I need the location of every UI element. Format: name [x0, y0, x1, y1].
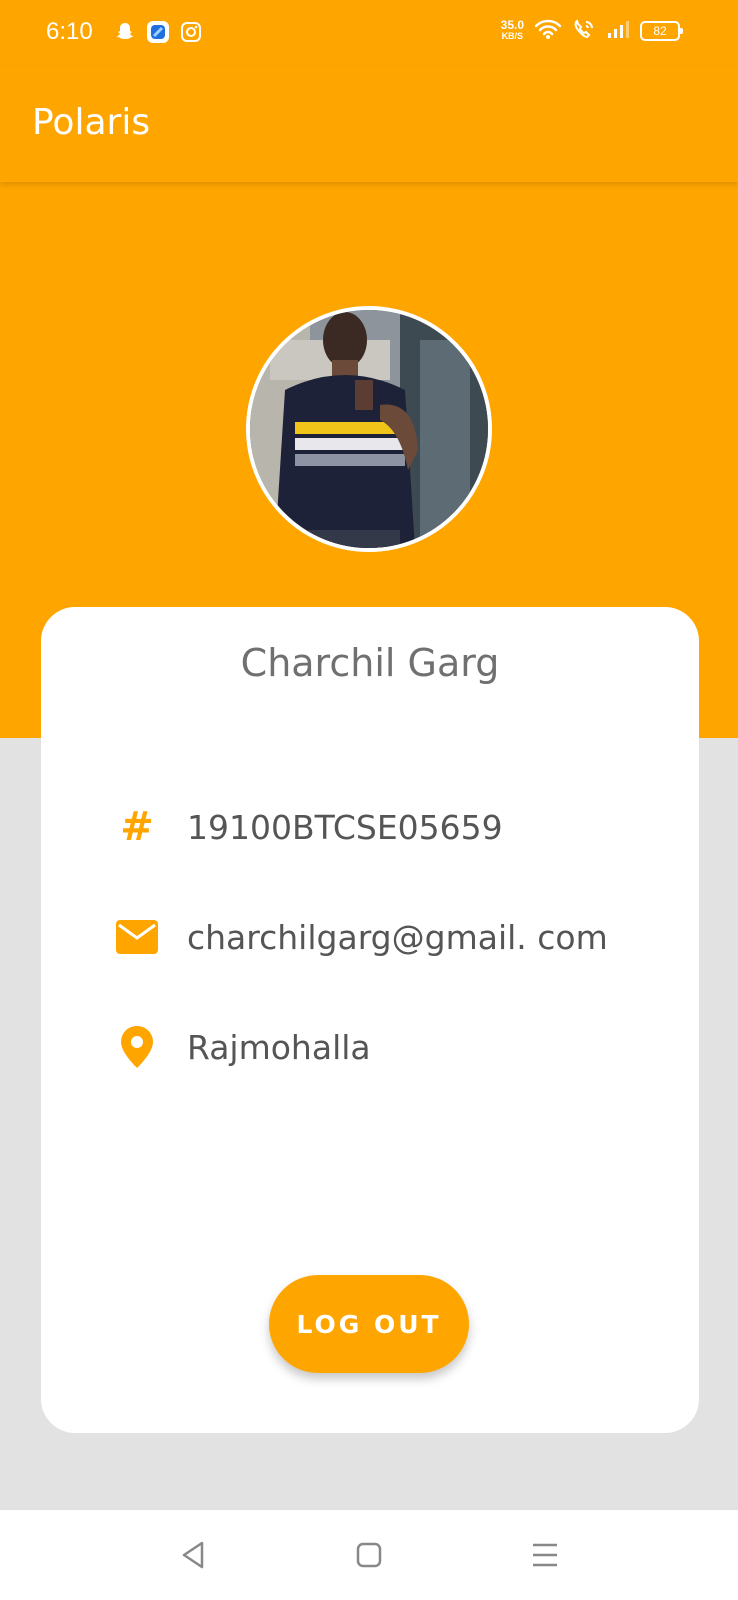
status-system-icons: 35.0 KB/S 82 [500, 18, 683, 44]
student-id: 19100BTCSE05659 [187, 807, 503, 847]
system-nav-bar [0, 1510, 738, 1600]
battery-icon: 82 [640, 21, 683, 41]
instagram-icon [180, 21, 202, 47]
home-icon[interactable] [349, 1535, 389, 1575]
net-speed-value: 35.0 [500, 18, 524, 32]
wifi-icon [534, 18, 562, 44]
profile-name: Charchil Garg [240, 641, 500, 685]
net-speed: 35.0 KB/S [500, 18, 524, 42]
logout-button[interactable]: LOG OUT [269, 1275, 469, 1373]
status-time: 6:10 [46, 18, 93, 45]
location-pin-icon [115, 1025, 159, 1069]
info-row-location: Rajmohalla [115, 1017, 675, 1077]
signal-icon [606, 18, 630, 44]
app-bar: Polaris [0, 66, 738, 182]
back-icon[interactable] [173, 1535, 213, 1575]
status-app-icons [114, 20, 202, 48]
info-row-id: # 19100BTCSE05659 [115, 797, 675, 857]
wifi-call-icon [572, 18, 596, 44]
location: Rajmohalla [187, 1027, 371, 1067]
snapchat-icon [114, 21, 136, 47]
profile-avatar[interactable] [246, 306, 492, 552]
status-bar: 6:10 35.0 KB/S 82 [0, 0, 738, 66]
profile-photo [250, 310, 488, 548]
menu-icon[interactable] [525, 1535, 565, 1575]
info-row-email: charchilgarg@gmail. com [115, 907, 675, 967]
email-address: charchilgarg@gmail. com [187, 917, 608, 957]
hash-icon: # [120, 804, 154, 850]
files-icon [146, 20, 170, 48]
email-icon [115, 915, 159, 959]
profile-card: Charchil Garg # 19100BTCSE05659 charchil… [41, 607, 699, 1433]
net-speed-unit: KB/S [501, 31, 524, 41]
app-title: Polaris [32, 102, 151, 143]
